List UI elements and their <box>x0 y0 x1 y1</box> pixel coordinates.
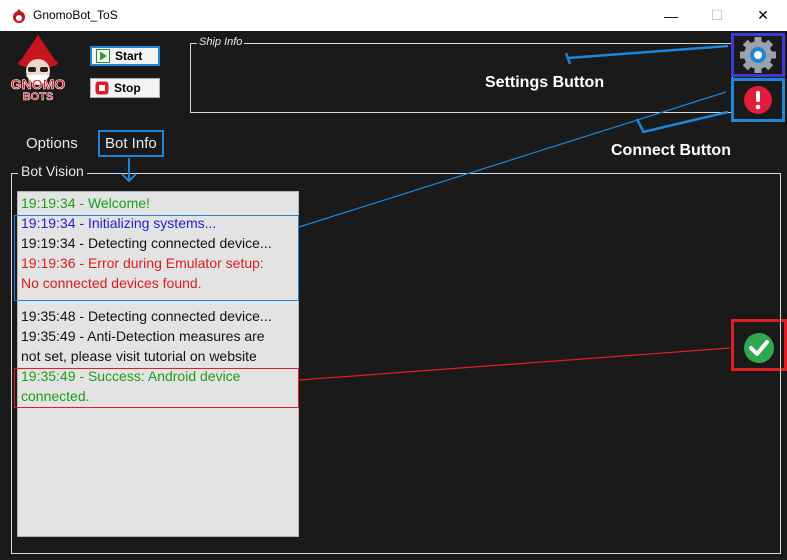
settings-arrow-line <box>567 44 729 60</box>
connect-arrow-line <box>642 110 729 134</box>
success-connector-line <box>298 347 731 381</box>
error-connector-line <box>298 91 727 228</box>
connect-arrow-head <box>635 118 646 134</box>
annotation-overlay <box>121 44 731 381</box>
